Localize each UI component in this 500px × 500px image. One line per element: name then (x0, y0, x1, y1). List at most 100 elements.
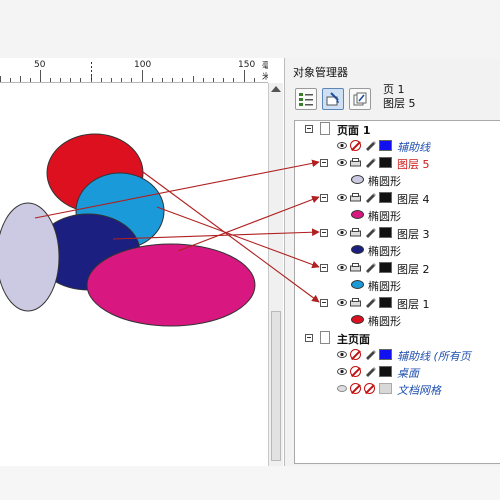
no-print-icon[interactable] (350, 349, 361, 360)
pencil-icon[interactable] (364, 365, 376, 377)
tree-row-object[interactable]: 椭圆形 (295, 277, 500, 294)
tree-row-page[interactable]: 主页面 (295, 330, 500, 347)
properties-icon (299, 93, 313, 106)
pencil-icon[interactable] (364, 226, 376, 238)
tree-row-object[interactable]: 椭圆形 (295, 207, 500, 224)
layer-label: 图层 1 (397, 298, 430, 311)
current-page-label: 页 1 (383, 83, 405, 96)
tree-row-layer[interactable]: 图层 2 (295, 260, 500, 277)
tree-row-object[interactable]: 椭圆形 (295, 172, 500, 189)
tree-row-layer[interactable]: 辅助线 (295, 138, 500, 155)
printer-icon[interactable] (350, 263, 361, 272)
page-icon (320, 122, 330, 135)
collapse-toggle-icon[interactable] (305, 334, 313, 342)
ellipse-object-icon (351, 175, 364, 184)
ellipse-object-icon (351, 245, 364, 254)
object-label: 椭圆形 (368, 280, 401, 293)
no-edit-icon[interactable] (364, 383, 375, 394)
pencil-icon[interactable] (364, 191, 376, 203)
object-label: 椭圆形 (368, 315, 401, 328)
collapse-toggle-icon[interactable] (320, 299, 328, 307)
layer-color-swatch[interactable] (379, 262, 392, 273)
scrollbar-thumb[interactable] (271, 311, 281, 461)
eye-icon[interactable] (337, 229, 347, 236)
pencil-icon[interactable] (364, 296, 376, 308)
pencil-icon[interactable] (364, 348, 376, 360)
tree-row-layer[interactable]: 文档网格 (295, 381, 500, 398)
ruler-tick-label: 150 (238, 60, 256, 70)
ruler-tick-label: 50 (34, 60, 46, 70)
layer-manager-view-button[interactable] (349, 88, 371, 110)
collapse-toggle-icon[interactable] (320, 264, 328, 272)
ruler-tick-label: 100 (134, 60, 152, 70)
collapse-toggle-icon[interactable] (320, 229, 328, 237)
drawing-canvas[interactable] (0, 83, 268, 466)
object-tree: 页面 1 辅助线 图层 5 椭圆形 图层 4 椭圆形 图层 3 椭圆形 图层 2… (294, 120, 500, 464)
layer-label: 图层 5 (397, 158, 430, 171)
eye-icon[interactable] (337, 159, 347, 166)
ellipse-object-icon (351, 280, 364, 289)
layer-color-swatch[interactable] (379, 140, 392, 151)
pencil-icon[interactable] (364, 139, 376, 151)
tree-row-layer[interactable]: 桌面 (295, 364, 500, 381)
menu-band (0, 0, 500, 58)
horizontal-ruler: 50 100 150 毫米 (0, 58, 268, 83)
pencil-icon[interactable] (364, 156, 376, 168)
tree-row-object[interactable]: 椭圆形 (295, 312, 500, 329)
master-page-icon (320, 331, 330, 344)
lavender-ellipse[interactable] (0, 202, 60, 312)
layer-label: 桌面 (397, 367, 419, 380)
page-label: 页面 1 (337, 124, 371, 137)
object-label: 椭圆形 (368, 210, 401, 223)
collapse-toggle-icon[interactable] (320, 159, 328, 167)
panel-title: 对象管理器 (293, 66, 348, 79)
collapse-toggle-icon[interactable] (320, 194, 328, 202)
tree-row-layer[interactable]: 图层 3 (295, 225, 500, 242)
layer-manager-icon (353, 92, 367, 106)
no-print-icon[interactable] (350, 383, 361, 394)
printer-icon[interactable] (350, 158, 361, 167)
tree-row-object[interactable]: 椭圆形 (295, 242, 500, 259)
eye-icon[interactable] (337, 194, 347, 201)
tree-row-layer[interactable]: 图层 4 (295, 190, 500, 207)
ruler-unit: 毫米 (262, 60, 268, 82)
tree-row-layer[interactable]: 图层 5 (295, 155, 500, 172)
object-label: 椭圆形 (368, 175, 401, 188)
eye-icon[interactable] (337, 299, 347, 306)
layer-color-swatch[interactable] (379, 157, 392, 168)
eye-hidden-icon[interactable] (337, 385, 347, 392)
printer-icon[interactable] (350, 228, 361, 237)
layer-label: 图层 4 (397, 193, 430, 206)
object-manager-panel: 对象管理器 页 1 图层 5 页面 1 辅助线 图层 5 椭圆形 图层 4 椭圆… (284, 58, 500, 466)
layer-color-swatch[interactable] (379, 227, 392, 238)
tree-row-layer[interactable]: 辅助线 (所有页 (295, 347, 500, 364)
layer-color-swatch[interactable] (379, 366, 392, 377)
scroll-up-arrow-icon[interactable] (271, 86, 281, 92)
layer-color-swatch[interactable] (379, 349, 392, 360)
tree-row-page[interactable]: 页面 1 (295, 121, 500, 138)
eye-icon[interactable] (337, 142, 347, 149)
printer-icon[interactable] (350, 193, 361, 202)
eye-icon[interactable] (337, 351, 347, 358)
no-print-icon[interactable] (350, 140, 361, 151)
ellipse-object-icon (351, 210, 364, 219)
edit-across-layers-button[interactable] (322, 88, 344, 110)
layer-label: 辅助线 (397, 141, 430, 154)
vertical-scrollbar[interactable] (268, 83, 283, 466)
show-properties-button[interactable] (295, 88, 317, 110)
printer-icon[interactable] (350, 298, 361, 307)
layer-color-swatch[interactable] (379, 297, 392, 308)
eye-icon[interactable] (337, 368, 347, 375)
tree-row-layer[interactable]: 图层 1 (295, 295, 500, 312)
eye-icon[interactable] (337, 264, 347, 271)
canvas-drawing[interactable] (0, 83, 268, 466)
magenta-ellipse[interactable] (86, 243, 256, 327)
collapse-toggle-icon[interactable] (305, 125, 313, 133)
no-print-icon[interactable] (350, 366, 361, 377)
layer-color-swatch[interactable] (379, 383, 392, 394)
object-label: 椭圆形 (368, 245, 401, 258)
ellipse-object-icon (351, 315, 364, 324)
layer-color-swatch[interactable] (379, 192, 392, 203)
pencil-icon[interactable] (364, 261, 376, 273)
layer-label: 辅助线 (所有页 (397, 350, 471, 363)
